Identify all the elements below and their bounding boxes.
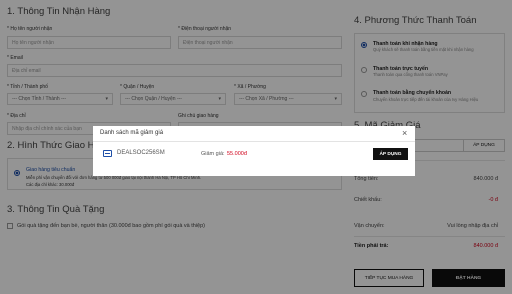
close-icon[interactable]: × xyxy=(402,128,407,138)
discount-codes-modal: Danh sách mã giảm giá × DEALSOC256SM Giả… xyxy=(93,126,415,176)
modal-title: Danh sách mã giảm giá xyxy=(100,130,164,136)
modal-divider xyxy=(93,141,415,142)
ticket-icon xyxy=(103,150,112,157)
voucher-discount-amount: 55.000đ xyxy=(227,151,247,157)
voucher-code: DEALSOC256SM xyxy=(117,150,165,156)
voucher-discount-label: Giảm giá: xyxy=(201,151,225,157)
voucher-apply-button[interactable]: ÁP DỤNG xyxy=(373,148,408,160)
